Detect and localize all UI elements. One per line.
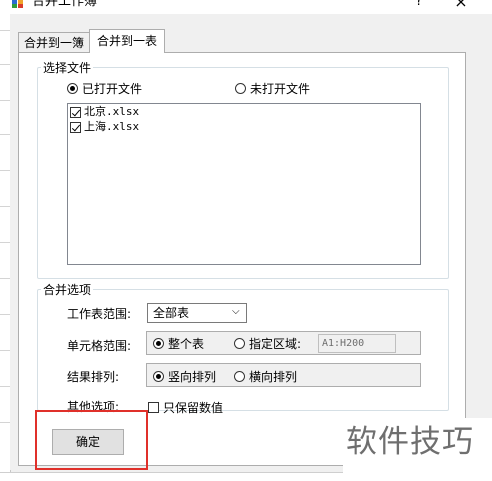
vertical-label[interactable]: 竖向排列 <box>168 370 216 384</box>
keep-values-checkbox[interactable] <box>148 402 159 413</box>
help-button[interactable]: ? <box>408 0 430 10</box>
specify-area-radio[interactable] <box>234 338 245 349</box>
area-range-input[interactable]: A1:H200 <box>318 334 396 353</box>
tab-merge-to-one-workbook[interactable]: 合并到一簿 <box>18 32 90 53</box>
chevron-down-icon: ⌵ <box>232 306 240 317</box>
select-files-title: 选择文件 <box>41 61 94 75</box>
unopened-files-label[interactable]: 未打开文件 <box>250 82 310 96</box>
file-list[interactable]: 北京.xlsx 上海.xlsx <box>67 103 421 265</box>
window-title: 合并工作簿 <box>32 0 98 9</box>
title-bar: 合并工作簿 ? × <box>0 0 492 14</box>
opened-files-radio[interactable] <box>67 83 78 94</box>
whole-table-label[interactable]: 整个表 <box>168 337 204 351</box>
scope-select-value: 全部表 <box>153 306 190 320</box>
app-icon <box>12 0 24 8</box>
opened-files-label[interactable]: 已打开文件 <box>82 82 142 96</box>
scope-select[interactable]: 全部表 ⌵ <box>147 303 247 323</box>
file-checkbox-shanghai[interactable] <box>70 122 81 133</box>
specify-area-label[interactable]: 指定区域: <box>249 337 301 351</box>
file-name[interactable]: 北京.xlsx <box>84 105 139 119</box>
area-range-value: A1:H200 <box>322 338 365 349</box>
highlight-box <box>35 410 148 470</box>
unopened-files-radio[interactable] <box>235 83 246 94</box>
scope-label: 工作表范围: <box>67 307 132 321</box>
keep-values-label[interactable]: 只保留数值 <box>163 401 223 415</box>
tab-merge-to-one-sheet[interactable]: 合并到一表 <box>89 29 165 53</box>
cell-range-label: 单元格范围: <box>67 339 132 353</box>
order-label: 结果排列: <box>67 370 120 384</box>
horizontal-radio[interactable] <box>234 371 245 382</box>
merge-options-title: 合并选项 <box>41 283 94 297</box>
close-button[interactable]: × <box>446 0 476 10</box>
horizontal-label[interactable]: 横向排列 <box>249 370 297 384</box>
vertical-radio[interactable] <box>153 371 164 382</box>
file-checkbox-beijing[interactable] <box>70 107 81 118</box>
file-name[interactable]: 上海.xlsx <box>84 120 139 134</box>
watermark-text: 软件技巧 <box>346 424 474 460</box>
whole-table-radio[interactable] <box>153 338 164 349</box>
